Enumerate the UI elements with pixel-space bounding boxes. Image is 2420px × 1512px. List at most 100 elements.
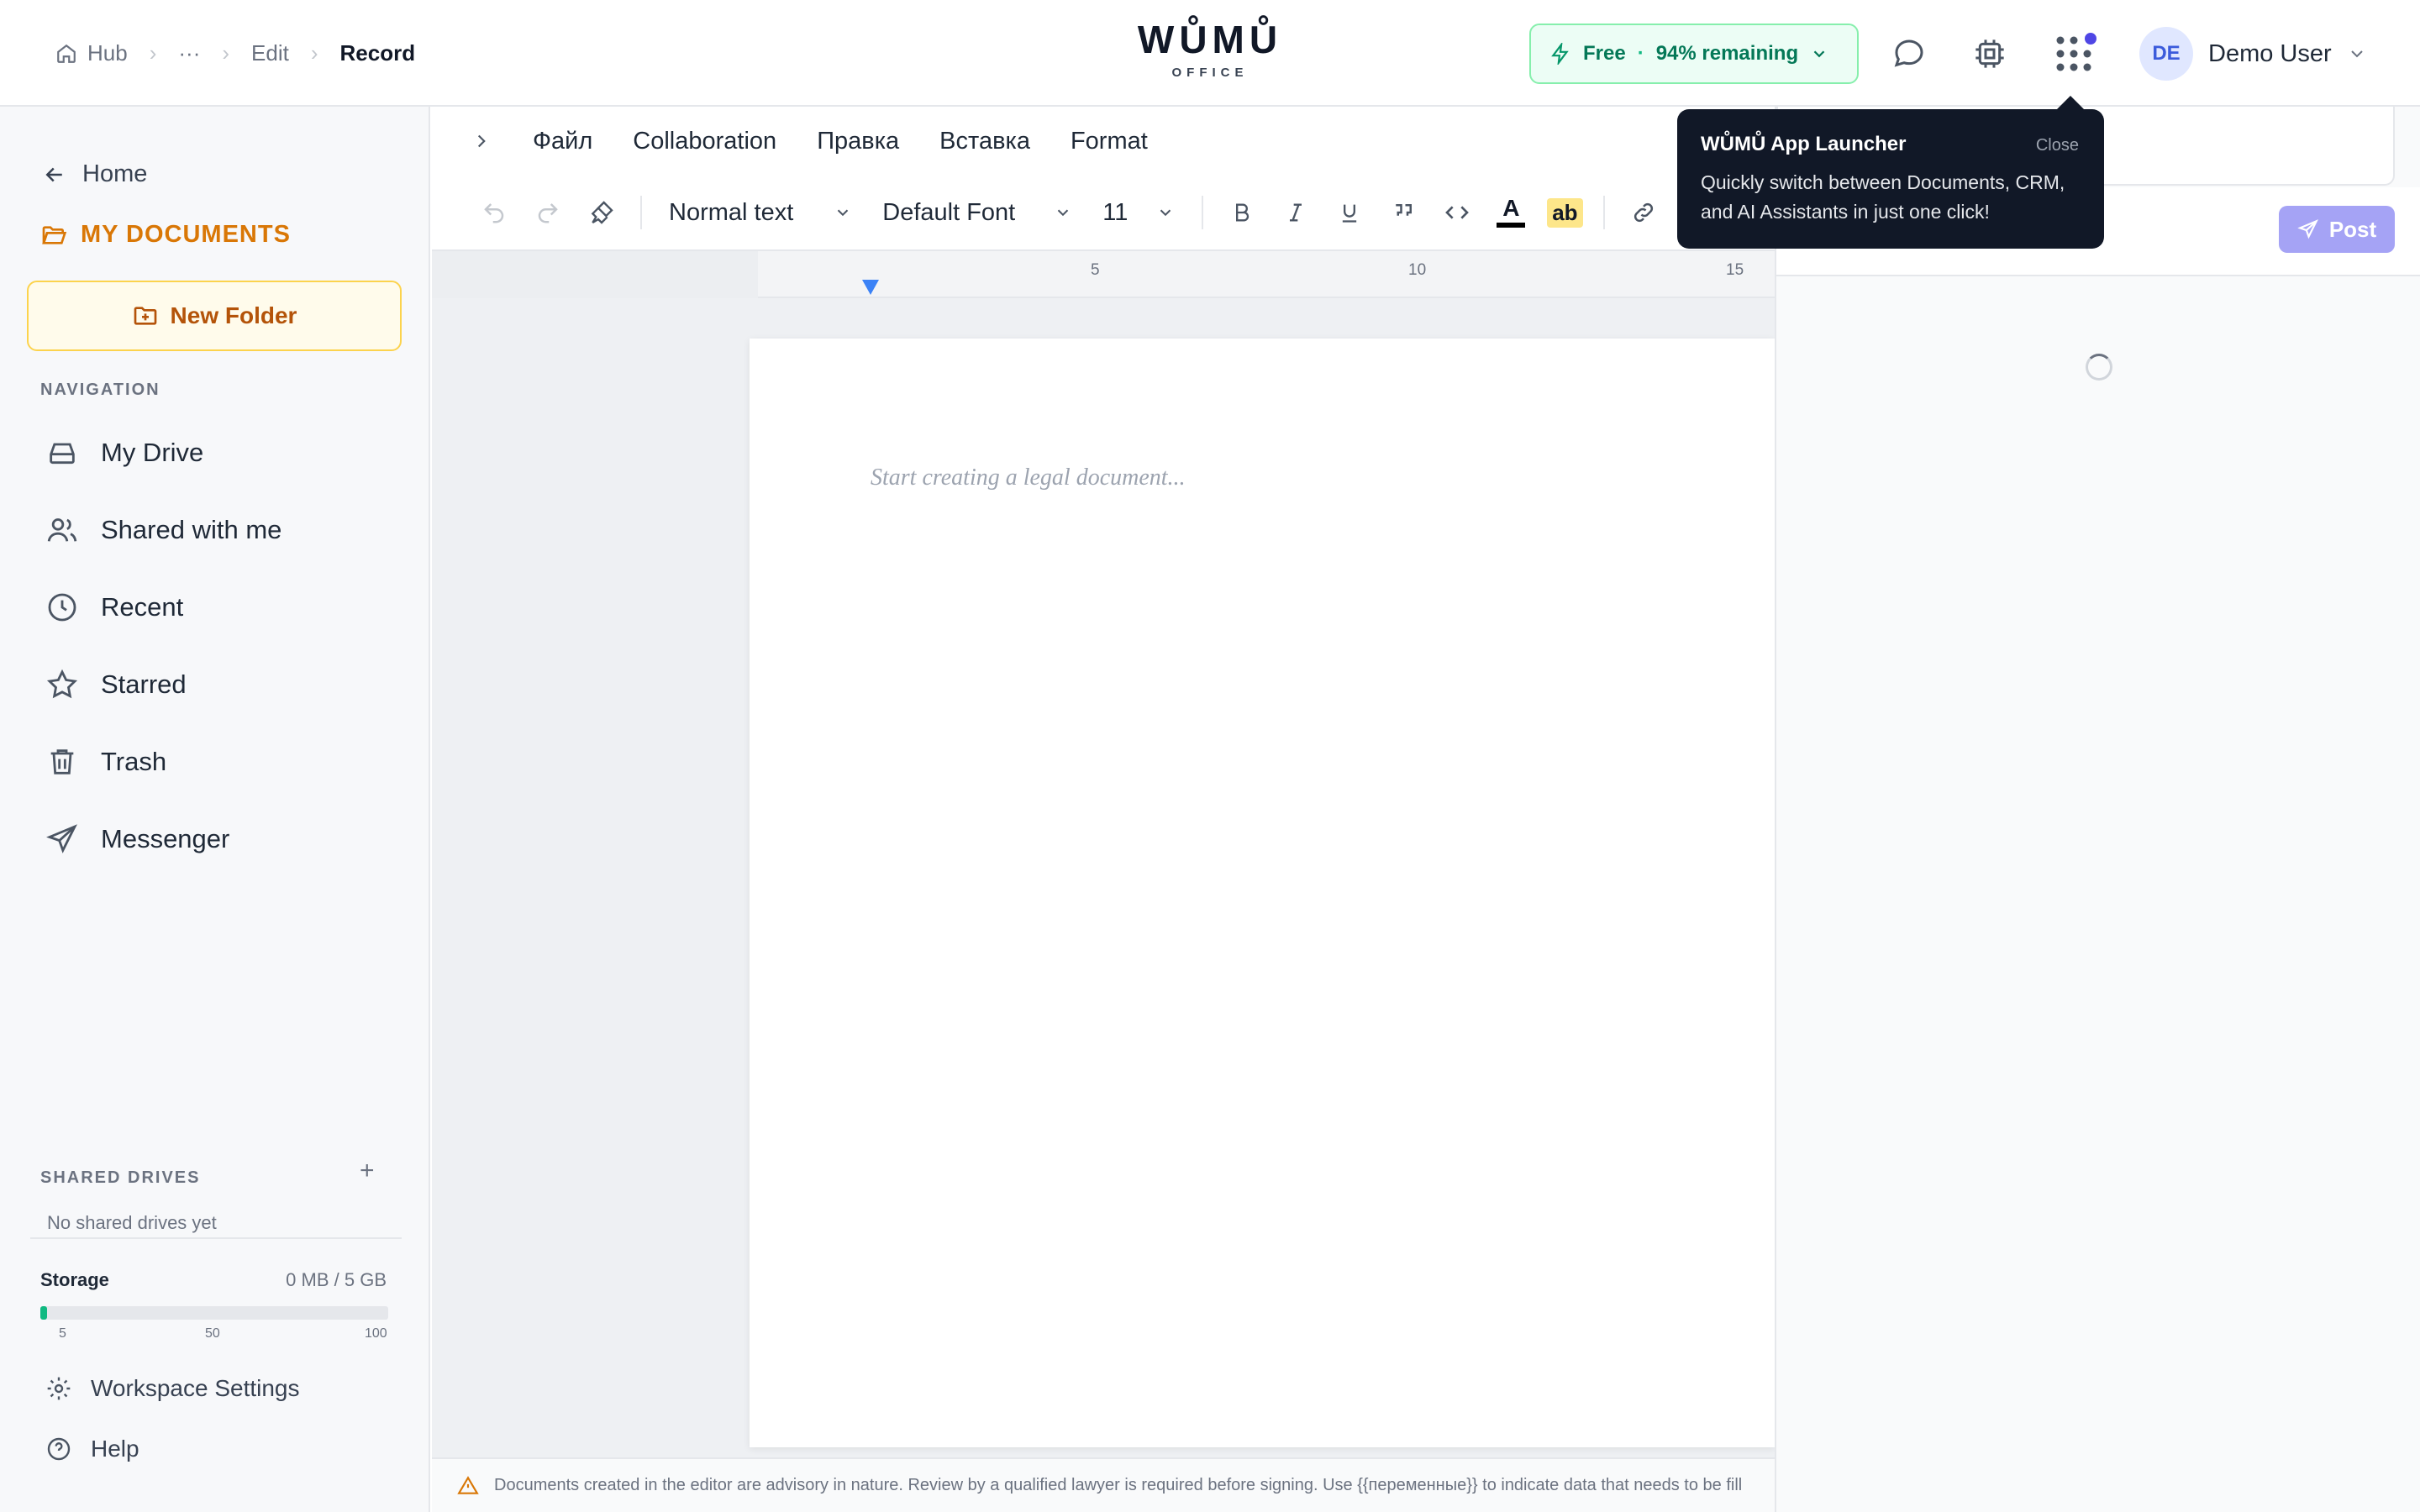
- my-documents-heading[interactable]: MY DOCUMENTS: [40, 221, 291, 249]
- divider: [30, 1237, 402, 1239]
- app-launcher-tooltip: WŮMŮ App Launcher Close Quickly switch b…: [1677, 96, 2104, 249]
- clock-icon: [45, 591, 79, 624]
- sidebar-item-recent[interactable]: Recent: [27, 569, 402, 646]
- sidebar-item-messenger[interactable]: Messenger: [27, 801, 402, 878]
- expand-chevron-icon[interactable]: [471, 130, 492, 152]
- toolbar-divider: [1603, 196, 1606, 229]
- chevron-down-icon: [2347, 44, 2367, 64]
- chat-icon[interactable]: [1889, 34, 1929, 74]
- indent-marker[interactable]: [862, 280, 879, 295]
- new-folder-button[interactable]: New Folder: [27, 281, 402, 351]
- storage-value: 0 MB / 5 GB: [286, 1269, 387, 1290]
- help-circle-icon: [45, 1436, 72, 1462]
- star-icon: [45, 668, 79, 701]
- storage-label: Storage: [40, 1269, 109, 1290]
- highlight-icon: ab: [1547, 197, 1583, 228]
- text-color-icon: A: [1502, 195, 1520, 221]
- breadcrumb-ellipsis[interactable]: ···: [178, 40, 200, 66]
- sidebar-item-shared-with-me[interactable]: Shared with me: [27, 491, 402, 569]
- plan-separator: ·: [1637, 42, 1644, 65]
- menu-format[interactable]: Format: [1071, 128, 1148, 155]
- ruler-mark: 5: [1091, 261, 1100, 279]
- breadcrumb-hub[interactable]: Hub: [55, 40, 128, 66]
- paragraph-style-dropdown[interactable]: Normal text: [654, 199, 867, 227]
- storage-tick: 50: [205, 1326, 220, 1341]
- formatting-toolbar: Normal text Default Font 11 A ab: [432, 176, 1775, 251]
- sidebar-item-my-drive[interactable]: My Drive: [27, 414, 402, 491]
- ruler-mark: 10: [1408, 261, 1427, 279]
- bold-icon[interactable]: [1215, 190, 1269, 235]
- toolbar-divider: [640, 196, 642, 229]
- plan-remaining: 94% remaining: [1655, 42, 1799, 65]
- user-menu[interactable]: DE Demo User: [2139, 27, 2367, 81]
- font-family-dropdown[interactable]: Default Font: [867, 199, 1087, 227]
- tooltip-body: Quickly switch between Documents, CRM, a…: [1701, 171, 2065, 223]
- breadcrumb: Hub › ··· › Edit › Record: [55, 0, 415, 107]
- chevron-right-icon: ›: [149, 40, 157, 66]
- chevron-down-icon: [834, 203, 852, 222]
- plan-badge[interactable]: Free · 94% remaining: [1529, 24, 1859, 84]
- sidebar: Home MY DOCUMENTS New Folder NAVIGATION …: [0, 107, 430, 1512]
- sidebar-item-starred[interactable]: Starred: [27, 646, 402, 723]
- workspace-settings-link[interactable]: Workspace Settings: [45, 1375, 300, 1402]
- breadcrumb-edit[interactable]: Edit: [251, 40, 289, 66]
- menu-insert[interactable]: Вставка: [939, 128, 1030, 155]
- highlight-button[interactable]: ab: [1538, 190, 1591, 235]
- redo-icon[interactable]: [521, 190, 575, 235]
- paint-format-icon[interactable]: [575, 190, 629, 235]
- tooltip-close-button[interactable]: Close: [2036, 136, 2079, 155]
- menu-edit[interactable]: Правка: [817, 128, 899, 155]
- send-icon: [45, 822, 79, 856]
- text-color-swatch: [1497, 223, 1526, 228]
- tooltip-title: WŮMŮ App Launcher: [1701, 133, 1907, 155]
- document-page[interactable]: Start creating a legal document...: [750, 339, 1775, 1447]
- no-shared-drives-text: No shared drives yet: [47, 1212, 217, 1233]
- code-icon[interactable]: [1430, 190, 1484, 235]
- chevron-down-icon: [1810, 45, 1828, 63]
- menu-file[interactable]: Файл: [533, 128, 592, 155]
- user-name: Demo User: [2208, 39, 2332, 67]
- gear-icon: [45, 1375, 72, 1402]
- top-bar: Hub › ··· › Edit › Record WŮMŮ OFFICE Fr…: [0, 0, 2420, 107]
- sidebar-item-trash[interactable]: Trash: [27, 723, 402, 801]
- menu-collaboration[interactable]: Collaboration: [633, 128, 776, 155]
- chevron-right-icon: ›: [310, 40, 318, 66]
- chip-icon[interactable]: [1970, 34, 2010, 74]
- post-button[interactable]: Post: [2279, 206, 2395, 253]
- text-color-button[interactable]: A: [1484, 190, 1538, 235]
- help-link[interactable]: Help: [45, 1436, 139, 1462]
- comments-panel: Post: [1775, 107, 2420, 1512]
- avatar: DE: [2139, 27, 2193, 81]
- sidebar-nav: My Drive Shared with me Recent Starred T…: [27, 414, 402, 878]
- loading-spinner-icon: [2086, 354, 2112, 381]
- notification-dot: [2082, 30, 2099, 47]
- send-icon: [2297, 218, 2319, 240]
- lightning-icon: [1549, 43, 1571, 65]
- chevron-down-icon: [1054, 203, 1072, 222]
- quote-icon[interactable]: [1376, 190, 1430, 235]
- shared-drives-label: SHARED DRIVES: [40, 1168, 201, 1187]
- app-logo[interactable]: WŮMŮ OFFICE: [1126, 18, 1294, 80]
- storage-progress-fill: [40, 1306, 48, 1320]
- navigation-label: NAVIGATION: [40, 381, 160, 399]
- editor-area: Файл Collaboration Правка Вставка Format…: [432, 107, 1775, 1512]
- warning-icon: [457, 1475, 479, 1497]
- disclaimer-bar: Documents created in the editor are advi…: [432, 1457, 1775, 1512]
- chevron-down-icon: [1156, 203, 1175, 222]
- logo-brand: WŮMŮ: [1137, 18, 1283, 61]
- ruler-margin: [432, 251, 758, 298]
- add-shared-drive-button[interactable]: +: [360, 1157, 375, 1185]
- plan-tier: Free: [1583, 42, 1626, 65]
- undo-icon[interactable]: [467, 190, 521, 235]
- drive-icon: [45, 436, 79, 470]
- font-size-dropdown[interactable]: 11: [1087, 199, 1190, 227]
- italic-icon[interactable]: [1269, 190, 1323, 235]
- chevron-right-icon: ›: [222, 40, 230, 66]
- folder-plus-icon: [132, 302, 159, 329]
- arrow-left-icon: [42, 162, 67, 187]
- breadcrumb-current: Record: [339, 40, 416, 66]
- link-icon[interactable]: [1617, 190, 1670, 235]
- home-link[interactable]: Home: [42, 160, 147, 188]
- underline-icon[interactable]: [1323, 190, 1376, 235]
- folder-open-icon: [40, 222, 67, 249]
